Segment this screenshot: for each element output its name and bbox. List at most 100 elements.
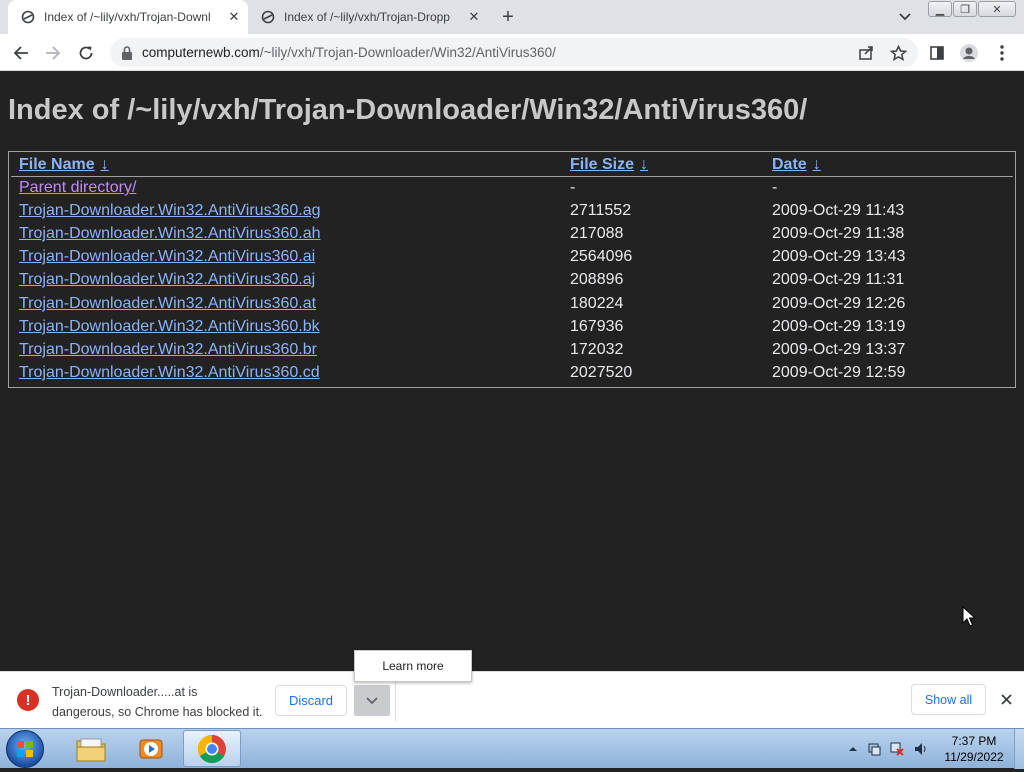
chrome-icon bbox=[198, 734, 226, 763]
file-link[interactable]: Trojan-Downloader.Win32.AntiVirus360.cd bbox=[19, 364, 320, 382]
column-header-file-size[interactable]: File Size ↓ bbox=[570, 156, 648, 174]
download-message-line: dangerous, so Chrome has blocked it. bbox=[52, 705, 263, 719]
start-button[interactable] bbox=[6, 730, 44, 768]
volume-icon[interactable] bbox=[914, 742, 928, 756]
file-size-cell: 2027520 bbox=[570, 364, 633, 381]
file-link[interactable]: Trojan-Downloader.Win32.AntiVirus360.ai bbox=[19, 248, 315, 266]
column-header-date[interactable]: Date ↓ bbox=[772, 156, 821, 174]
taskbar-chrome[interactable] bbox=[183, 730, 241, 767]
column-header-file-name[interactable]: File Name ↓ bbox=[19, 156, 109, 174]
star-icon bbox=[889, 44, 907, 61]
taskbar-explorer[interactable] bbox=[62, 730, 120, 767]
file-date-cell: 2009-Oct-29 11:31 bbox=[772, 271, 905, 288]
restore-button[interactable]: ❐ bbox=[953, 1, 977, 17]
file-size-cell: 217088 bbox=[570, 225, 624, 242]
reload-button[interactable] bbox=[73, 40, 99, 66]
share-button[interactable] bbox=[853, 40, 879, 66]
file-date-cell: - bbox=[772, 179, 778, 196]
file-size-cell: 2564096 bbox=[570, 248, 633, 265]
lock-icon[interactable] bbox=[120, 45, 134, 61]
file-link[interactable]: Trojan-Downloader.Win32.AntiVirus360.ah bbox=[19, 225, 321, 243]
file-listing-table: File Name ↓ File Size ↓ Date ↓ Parent direc… bbox=[8, 151, 1016, 388]
file-size-cell: - bbox=[570, 179, 576, 196]
taskbar-clock[interactable]: 7:37 PM 11/29/2022 bbox=[938, 733, 1010, 765]
back-arrow-icon bbox=[13, 46, 28, 60]
learn-more-menu-item[interactable]: Learn more bbox=[354, 650, 472, 682]
page-title: Index of /~lily/vxh/Trojan-Downloader/Wi… bbox=[8, 94, 808, 126]
action-center-flag-icon[interactable] bbox=[867, 742, 881, 756]
clock-time: 7:37 PM bbox=[951, 734, 997, 748]
url-path: /~lily/vxh/Trojan-Downloader/Win32/AntiV… bbox=[259, 45, 556, 60]
page-favicon-icon bbox=[20, 9, 36, 25]
tab-active[interactable]: Index of /~lily/vxh/Trojan-Downl ✕ bbox=[8, 0, 248, 34]
close-icon bbox=[1000, 693, 1012, 705]
file-date-cell: 2009-Oct-29 12:59 bbox=[772, 364, 906, 381]
tab-search-chevron-down-icon[interactable] bbox=[894, 6, 916, 28]
taskbar-media-player[interactable] bbox=[122, 730, 180, 767]
back-button[interactable] bbox=[8, 40, 34, 66]
warning-icon: ! bbox=[17, 689, 39, 711]
windows-logo-icon bbox=[17, 741, 33, 757]
file-date-cell: 2009-Oct-29 12:26 bbox=[772, 295, 906, 312]
table-row: Trojan-Downloader.Win32.AntiVirus360.aj … bbox=[9, 271, 1015, 294]
table-row: Trojan-Downloader.Win32.AntiVirus360.ag … bbox=[9, 202, 1015, 225]
discard-button[interactable]: Discard bbox=[275, 685, 347, 716]
share-icon bbox=[859, 46, 873, 60]
table-row: Trojan-Downloader.Win32.AntiVirus360.br … bbox=[9, 341, 1015, 364]
new-tab-button[interactable]: + bbox=[496, 5, 520, 29]
tab-title: Index of /~lily/vxh/Trojan-Downl bbox=[44, 10, 211, 24]
tab-close-icon[interactable]: ✕ bbox=[226, 9, 242, 25]
shelf-divider bbox=[395, 680, 396, 721]
tab-title: Index of /~lily/vxh/Trojan-Dropp bbox=[284, 10, 450, 24]
table-row: Trojan-Downloader.Win32.AntiVirus360.ah … bbox=[9, 225, 1015, 248]
file-date-cell: 2009-Oct-29 13:43 bbox=[772, 248, 906, 265]
folder-icon bbox=[76, 738, 106, 761]
show-desktop-button[interactable] bbox=[1014, 729, 1024, 769]
menu-button[interactable] bbox=[989, 40, 1015, 66]
file-size-cell: 180224 bbox=[570, 295, 624, 312]
url-text[interactable]: computernewb.com/~lily/vxh/Trojan-Downlo… bbox=[142, 45, 556, 60]
more-vert-icon bbox=[1000, 45, 1004, 61]
file-size-cell: 2711552 bbox=[570, 202, 632, 219]
file-link[interactable]: Trojan-Downloader.Win32.AntiVirus360.at bbox=[19, 295, 316, 313]
show-hidden-icons-icon[interactable] bbox=[846, 742, 860, 756]
chevron-down-icon bbox=[366, 696, 378, 704]
table-row: Trojan-Downloader.Win32.AntiVirus360.bk … bbox=[9, 318, 1015, 341]
minimize-button[interactable]: ▁ bbox=[928, 1, 952, 17]
file-link[interactable]: Trojan-Downloader.Win32.AntiVirus360.br bbox=[19, 341, 317, 359]
side-panel-button[interactable] bbox=[924, 40, 950, 66]
avatar-icon bbox=[960, 44, 978, 62]
file-link[interactable]: Trojan-Downloader.Win32.AntiVirus360.ag bbox=[19, 202, 321, 220]
bookmark-button[interactable] bbox=[885, 40, 911, 66]
tab-strip: Index of /~lily/vxh/Trojan-Downl ✕ Index… bbox=[0, 0, 1024, 34]
tab-close-icon[interactable]: ✕ bbox=[466, 9, 482, 25]
file-date-cell: 2009-Oct-29 11:43 bbox=[772, 202, 905, 219]
table-row: Trojan-Downloader.Win32.AntiVirus360.ai … bbox=[9, 248, 1015, 271]
forward-button[interactable] bbox=[40, 40, 66, 66]
tab-inactive[interactable]: Index of /~lily/vxh/Trojan-Dropp ✕ bbox=[248, 0, 488, 34]
network-icon[interactable] bbox=[890, 742, 904, 756]
table-row: Trojan-Downloader.Win32.AntiVirus360.at … bbox=[9, 295, 1015, 318]
column-header-label: File Name bbox=[19, 156, 95, 173]
download-message-line: Trojan-Downloader.....at is bbox=[52, 685, 198, 699]
file-date-cell: 2009-Oct-29 13:19 bbox=[772, 318, 906, 335]
close-window-button[interactable]: ✕ bbox=[978, 1, 1016, 17]
sort-arrow-icon: ↓ bbox=[812, 156, 821, 173]
page-favicon-icon bbox=[260, 9, 276, 25]
parent-directory-link[interactable]: Parent directory/ bbox=[19, 179, 136, 197]
windows-taskbar: 7:37 PM 11/29/2022 bbox=[0, 728, 1024, 769]
file-size-cell: 172032 bbox=[570, 341, 624, 358]
page-content: Index of /~lily/vxh/Trojan-Downloader/Wi… bbox=[0, 71, 1024, 671]
url-host: computernewb.com bbox=[142, 45, 260, 60]
address-bar[interactable]: computernewb.com/~lily/vxh/Trojan-Downlo… bbox=[110, 38, 918, 67]
column-header-label: Date bbox=[772, 156, 807, 173]
file-link[interactable]: Trojan-Downloader.Win32.AntiVirus360.bk bbox=[19, 318, 320, 336]
close-shelf-button[interactable] bbox=[996, 689, 1016, 709]
profile-button[interactable] bbox=[956, 40, 982, 66]
file-link[interactable]: Trojan-Downloader.Win32.AntiVirus360.aj bbox=[19, 271, 315, 289]
mouse-cursor-icon bbox=[962, 606, 976, 627]
show-all-button[interactable]: Show all bbox=[911, 684, 986, 715]
sort-arrow-icon: ↓ bbox=[100, 156, 109, 173]
download-options-button[interactable] bbox=[354, 685, 390, 716]
reload-icon bbox=[79, 46, 93, 60]
